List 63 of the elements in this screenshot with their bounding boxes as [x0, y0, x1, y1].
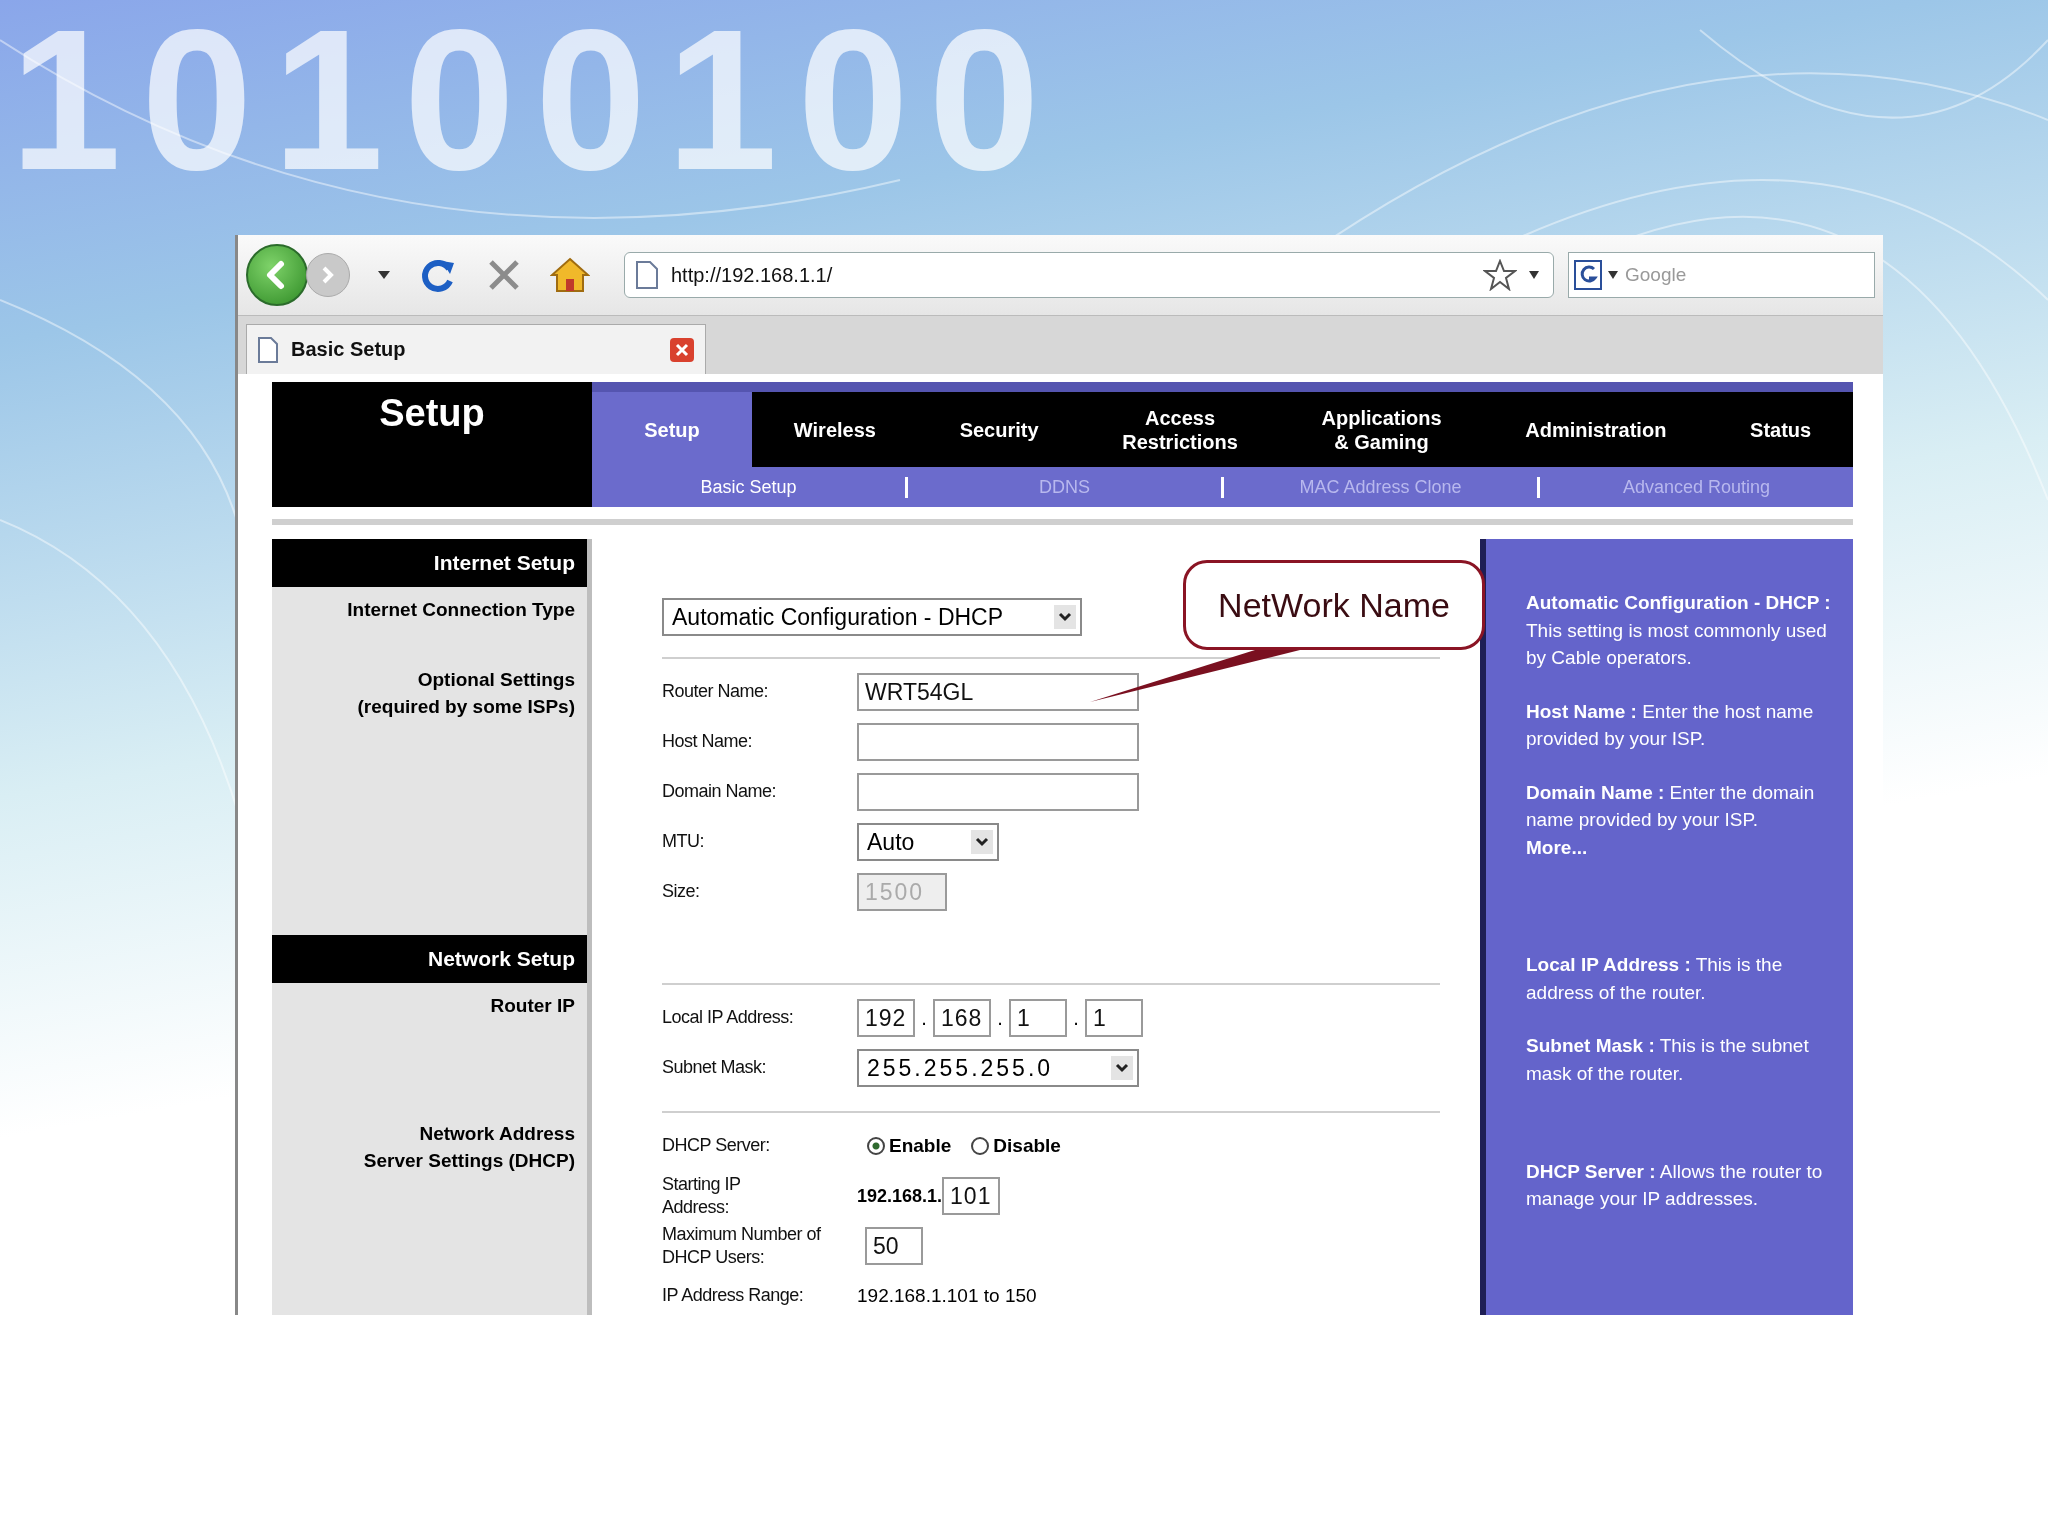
ip-octet-field[interactable]: 192 [857, 999, 915, 1037]
field-label: IP Address Range: [662, 1284, 805, 1308]
field-value: 192.168.1.101 to 150 [857, 1285, 1037, 1307]
search-field[interactable]: Google [1568, 252, 1875, 298]
dropdown-caret-icon[interactable] [378, 271, 390, 279]
group-label: Internet Connection Type [347, 598, 575, 622]
radio-option[interactable]: Disable [971, 1135, 1061, 1157]
close-icon[interactable] [669, 336, 695, 363]
text-field[interactable] [857, 723, 1139, 761]
dropdown-select[interactable]: 255.255.255.0 [857, 1049, 1139, 1087]
group-label: Network Address Server Settings (DHCP) [363, 1122, 575, 1173]
dropdown-caret-icon[interactable] [1529, 271, 1539, 279]
ip-separator: . [996, 1006, 1004, 1030]
callout: NetWork Name [1183, 560, 1485, 650]
help-text: Local IP Address : This is the address of the router. [1526, 953, 1784, 1005]
sub-nav-link[interactable]: Basic Setup [592, 476, 905, 498]
field-label: Host Name: [662, 730, 754, 754]
ip-prefix: 192.168.1. [857, 1185, 943, 1207]
field-label: Starting IP Address: [662, 1172, 742, 1219]
text-field[interactable]: 50 [865, 1227, 923, 1265]
page-icon [635, 260, 659, 290]
group-label: Optional Settings (required by some ISPs) [357, 668, 575, 719]
background-digits: 10100100 [10, 0, 1060, 200]
radio-option[interactable]: Enable [867, 1135, 952, 1157]
field-label: DHCP Server: [662, 1134, 771, 1158]
more-link[interactable]: More... [1526, 833, 1833, 862]
page-title: Setup [379, 392, 485, 434]
field-label: Domain Name: [662, 780, 778, 804]
section-header: Network Setup [272, 935, 592, 983]
star-icon[interactable] [1483, 259, 1517, 291]
ip-separator: . [920, 1006, 928, 1030]
group-label: Router IP [490, 994, 575, 1018]
text-field[interactable]: WRT54GL [857, 673, 1139, 711]
radio-button[interactable] [971, 1137, 990, 1155]
connection-type-select[interactable]: Automatic Configuration - DHCP [662, 598, 1082, 636]
help-text: Host Name : Enter the host name provided by your ISP. [1526, 699, 1815, 752]
ip-octet-field[interactable]: 1 [1009, 999, 1067, 1037]
page-icon [257, 335, 279, 364]
address-bar[interactable]: http://192.168.1.1/ [624, 252, 1554, 298]
field-label: Local IP Address: [662, 1006, 795, 1030]
help-text: Domain Name : Enter the domain name provided by your ISP. [1526, 780, 1816, 833]
radio-button[interactable] [867, 1137, 885, 1155]
dropdown-caret-icon[interactable] [1608, 271, 1618, 279]
field-label: Subnet Mask: [662, 1056, 768, 1080]
ip-separator: . [1072, 1006, 1080, 1030]
field-label: MTU: [662, 830, 705, 854]
tab-title: Basic Setup [291, 338, 407, 361]
field-label: Size: [662, 880, 701, 904]
ip-octet-field[interactable]: 1 [1085, 999, 1143, 1037]
text-field[interactable]: 101 [942, 1177, 1001, 1215]
help-text: DHCP Server : Allows the router to manage your IP addresses. [1526, 1159, 1824, 1212]
field-label: Router Name: [662, 680, 770, 704]
field-label: Maximum Number of DHCP Users: [662, 1222, 822, 1269]
help-text: Automatic Configuration - DHCP : This setting is most commonly used by Cable operators. [1526, 591, 1832, 671]
home-icon[interactable] [550, 256, 590, 294]
text-field[interactable] [857, 773, 1139, 811]
search-engine-icon[interactable] [1574, 260, 1602, 290]
help-text: Subnet Mask : This is the subnet mask of the router. [1526, 1034, 1810, 1086]
dropdown-select[interactable]: Auto [857, 823, 999, 861]
section-header: Internet Setup [272, 539, 592, 587]
ip-octet-field[interactable]: 168 [933, 999, 991, 1037]
nav-tab[interactable]: Setup [592, 392, 752, 467]
browser-tab[interactable]: Basic Setup [246, 324, 706, 374]
